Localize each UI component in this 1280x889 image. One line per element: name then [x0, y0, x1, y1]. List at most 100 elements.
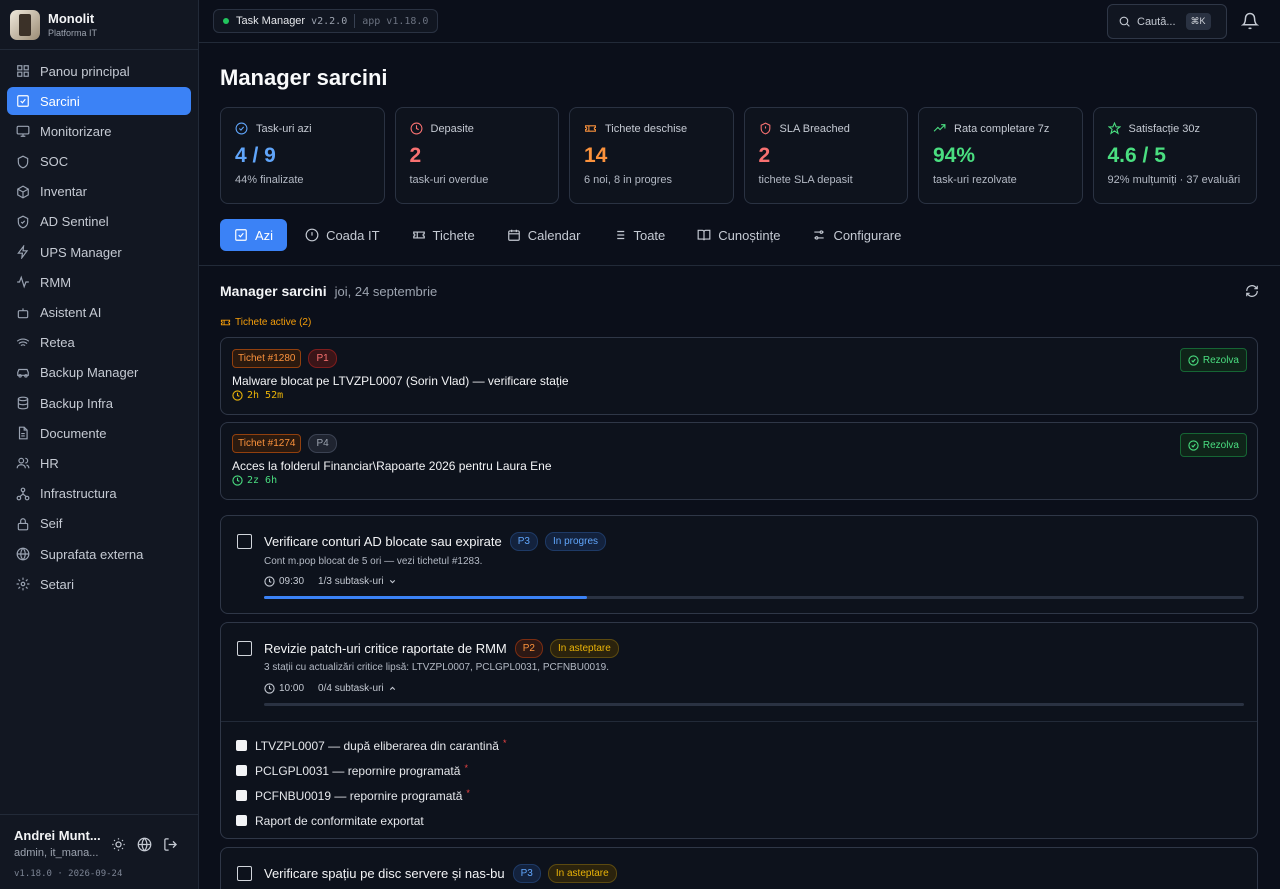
tab-calendar[interactable]: Calendar — [493, 219, 595, 251]
subtasks-toggle[interactable]: 1/3 subtask-uri — [318, 576, 397, 587]
check-circle-icon — [1188, 354, 1199, 366]
tab-coada-it[interactable]: Coada IT — [291, 219, 393, 251]
priority-badge: P2 — [514, 639, 543, 658]
resolve-button[interactable]: Rezolva — [1179, 433, 1247, 457]
tab-configurare[interactable]: Configurare — [798, 219, 915, 251]
sidebar-item-retea[interactable]: Retea — [7, 329, 191, 357]
ticket-card[interactable]: Tichet #1280 P1 Malware blocat pe LTVZPL… — [220, 337, 1258, 415]
sidebar-item-ad-sentinel[interactable]: AD Sentinel — [7, 208, 191, 236]
sidebar-item-seif[interactable]: Seif — [7, 510, 191, 538]
stat-label: Rata completare 7z — [954, 122, 1050, 135]
chevron-up-icon — [388, 684, 397, 693]
ticket-id-badge[interactable]: Tichet #1274 — [232, 434, 302, 453]
subtask-checkbox[interactable] — [236, 765, 247, 776]
sidebar-item-asistent-ai[interactable]: Asistent AI — [7, 299, 191, 327]
stat-sub: task-uri overdue — [409, 174, 489, 186]
bolt-icon — [16, 245, 30, 260]
users-icon — [16, 456, 30, 470]
task-card[interactable]: Revizie patch-uri critice raportate de R… — [220, 622, 1258, 839]
sidebar-item-setari[interactable]: Setari — [7, 570, 191, 598]
sidebar-item-infrastructura[interactable]: Infrastructura — [7, 480, 191, 508]
logout-icon[interactable] — [163, 837, 178, 852]
tab-cunostinte[interactable]: Cunoștințe — [683, 219, 794, 251]
task-time: 09:30 — [279, 576, 305, 587]
stat-card-overdue: Depasite 2 task-uri overdue — [394, 107, 559, 204]
task-checkbox[interactable] — [237, 866, 252, 881]
page-title: Manager sarcini — [220, 65, 388, 90]
clock-icon — [232, 475, 243, 486]
brand[interactable]: Monolit Platforma IT — [0, 0, 198, 50]
stat-card-sla-breached: SLA Breached 2 tichete SLA depasit — [743, 107, 908, 204]
ticket-id-badge[interactable]: Tichet #1280 — [232, 349, 302, 368]
language-globe-icon[interactable] — [137, 837, 152, 852]
sidebar-item-ups-manager[interactable]: UPS Manager — [7, 238, 191, 266]
file-icon — [16, 426, 30, 440]
search-button[interactable]: Caută... ⌘K — [1107, 4, 1227, 39]
sidebar-item-hr[interactable]: HR — [7, 449, 191, 477]
task-time: 10:00 — [279, 683, 305, 694]
required-mark: * — [502, 737, 507, 748]
tab-tichete[interactable]: Tichete — [398, 219, 489, 251]
sidebar-item-label: Infrastructura — [40, 486, 117, 502]
sidebar-item-suprafata-externa[interactable]: Suprafata externa — [7, 540, 191, 568]
main-content: Manager sarcini Task-uri azi 4 / 9 44% f… — [199, 43, 1280, 889]
chevron-down-icon — [388, 577, 397, 586]
tab-azi[interactable]: Azi — [220, 219, 288, 251]
subtask-item: LTVZPL0007 — după eliberarea din caranti… — [236, 733, 1257, 758]
stat-sub: 92% mulțumiți · 37 evaluări — [1107, 174, 1241, 186]
subtasks-label: 1/3 subtask-uri — [318, 576, 384, 587]
stat-label: Task-uri azi — [256, 122, 312, 135]
section-title: Manager sarcini — [220, 283, 327, 299]
sidebar-item-label: Seif — [40, 516, 63, 532]
task-checkbox[interactable] — [237, 534, 252, 549]
refresh-icon[interactable] — [1245, 284, 1259, 298]
shield-alert-icon — [759, 122, 772, 135]
task-title: Verificare spațiu pe disc servere și nas… — [264, 866, 505, 881]
tab-toate[interactable]: Toate — [598, 219, 679, 251]
bell-icon[interactable] — [1241, 12, 1259, 30]
check-circle-icon — [235, 122, 248, 135]
search-placeholder: Caută... — [1137, 15, 1176, 28]
theme-toggle-icon[interactable] — [111, 837, 126, 852]
sidebar-item-rmm[interactable]: RMM — [7, 268, 191, 296]
subtask-list: LTVZPL0007 — după eliberarea din caranti… — [221, 721, 1257, 833]
checkbox-icon — [16, 94, 30, 108]
stat-sub: 6 noi, 8 in progres — [584, 174, 673, 186]
sidebar-item-monitorizare[interactable]: Monitorizare — [7, 117, 191, 145]
sidebar-item-panou-principal[interactable]: Panou principal — [7, 57, 191, 85]
sidebar-item-documente[interactable]: Documente — [7, 419, 191, 447]
tab-label: Configurare — [833, 227, 902, 243]
ticket-timer-value: 2z 6h — [247, 475, 278, 486]
sidebar-item-backup-manager[interactable]: Backup Manager — [7, 359, 191, 387]
sidebar-item-label: RMM — [40, 274, 72, 290]
book-icon — [697, 228, 711, 242]
ticket-card[interactable]: Tichet #1274 P4 Acces la folderul Financ… — [220, 422, 1258, 500]
stat-value: 2 — [758, 144, 771, 167]
subtask-label: LTVZPL0007 — după eliberarea din caranti… — [255, 738, 499, 753]
sidebar-item-sarcini[interactable]: Sarcini — [7, 87, 191, 116]
subtask-checkbox[interactable] — [236, 790, 247, 801]
task-card[interactable]: Verificare conturi AD blocate sau expira… — [220, 515, 1258, 614]
ticket-title: Acces la folderul Financiar\Rapoarte 202… — [232, 459, 552, 473]
sidebar-item-label: Monitorizare — [40, 123, 112, 139]
sidebar-item-inventar[interactable]: Inventar — [7, 178, 191, 206]
brand-subtitle: Platforma IT — [48, 28, 98, 38]
sidebar-item-soc[interactable]: SOC — [7, 148, 191, 176]
section-date: joi, 24 septembrie — [334, 284, 438, 299]
subtask-checkbox[interactable] — [236, 815, 247, 826]
sidebar-item-label: Backup Manager — [40, 365, 139, 381]
subtasks-toggle[interactable]: 0/4 subtask-uri — [318, 683, 397, 694]
sidebar-item-label: AD Sentinel — [40, 214, 109, 230]
resolve-button[interactable]: Rezolva — [1179, 348, 1247, 372]
sidebar-item-label: Asistent AI — [40, 305, 102, 320]
sidebar-item-label: HR — [40, 455, 59, 471]
task-checkbox[interactable] — [237, 641, 252, 656]
sidebar-item-backup-infra[interactable]: Backup Infra — [7, 389, 191, 417]
clock-icon — [264, 576, 275, 587]
task-card[interactable]: Verificare spațiu pe disc servere și nas… — [220, 847, 1258, 889]
subtask-checkbox[interactable] — [236, 740, 247, 751]
car-icon — [16, 366, 30, 380]
stat-label: Tichete deschise — [605, 122, 688, 135]
required-mark: * — [466, 787, 470, 798]
sidebar-item-label: Setari — [40, 576, 74, 592]
